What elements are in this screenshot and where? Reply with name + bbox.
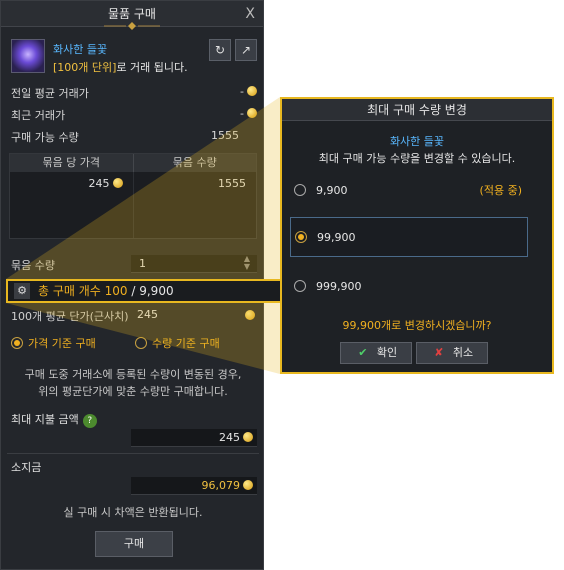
row-price: 245 (10, 172, 134, 238)
modal-item-name: 화사한 들꽃 (389, 135, 445, 148)
max-payment-field[interactable]: 245 (131, 429, 257, 447)
radio-empty-icon (294, 280, 306, 292)
radio-empty-icon (135, 337, 147, 349)
radio-price-based[interactable]: 가격 기준 구매 (11, 337, 96, 350)
avg-price-label: 100개 평균 단가(근사치) (11, 310, 129, 323)
x-icon: ✘ (434, 346, 444, 359)
modal-description: 최대 구매 가능 수량을 변경할 수 있습니다. (318, 152, 516, 165)
price-chart-button[interactable]: ↗ (235, 39, 257, 61)
help-icon[interactable]: ? (82, 414, 97, 428)
gold-coin-icon (245, 310, 255, 320)
recent-price-row: 최근 거래가 - (11, 107, 257, 125)
total-label: 총 구매 개수 100 (38, 284, 128, 298)
recent-price-value: - (240, 107, 244, 120)
close-icon[interactable]: X (245, 1, 255, 27)
option-99900[interactable]: 99,900 (290, 217, 528, 257)
total-max: / 9,900 (127, 284, 174, 298)
gold-field: 96,079 (131, 477, 257, 495)
divider (7, 453, 259, 454)
available-qty-label: 구매 가능 수량 (11, 131, 79, 144)
max-payment-label: 최대 지불 금액? (11, 411, 97, 428)
option-9900[interactable]: 9,900 (적용 중) (290, 171, 528, 211)
radio-empty-icon (294, 184, 306, 196)
confirm-question: 99,900개로 변경하시겠습니까? (342, 319, 492, 332)
avg-price-row: 100개 평균 단가(근사치) 245 (11, 308, 257, 324)
purchase-mode: 가격 기준 구매 수량 기준 구매 (11, 335, 257, 351)
item-name: 화사한 들꽃 (53, 43, 108, 56)
refund-note: 실 구매 시 차액은 반환됩니다. (63, 506, 203, 519)
avg-price-value: 245 (137, 308, 158, 321)
item-unit-note: [100개 단위]로 거래 됩니다. (53, 59, 188, 75)
price-column-header: 묶음 당 가격 (10, 154, 134, 172)
unit-rest: 로 거래 됩니다. (116, 61, 188, 74)
qty-stepper[interactable]: ▲ ▼ (239, 255, 255, 273)
title-ornament-icon (104, 22, 160, 30)
radio-selected-icon (295, 231, 307, 243)
prev-avg-value: - (240, 85, 244, 98)
table-row[interactable]: 245 1555 (10, 172, 256, 238)
window-titlebar: 물품 구매 X (1, 1, 263, 30)
total-purchase-count[interactable]: ⚙ 총 구매 개수 100 / 9,900 (6, 279, 288, 303)
applied-badge: (적용 중) (479, 184, 522, 197)
listing-table: 묶음 당 가격 묶음 수량 245 1555 (9, 153, 257, 239)
row-qty: 1555 (218, 177, 246, 190)
check-icon: ✔ (358, 346, 368, 359)
available-qty-row: 구매 가능 수량 1555 (11, 129, 257, 147)
bundle-qty-label: 묶음 수량 (11, 259, 55, 272)
purchase-notice: 구매 도중 거래소에 등록된 수량이 변동된 경우, 위의 평균단가에 맞춘 수… (24, 368, 242, 398)
refresh-icon: ↻ (214, 43, 226, 57)
item-info: 화사한 들꽃 [100개 단위]로 거래 됩니다. ↻ ↗ (9, 37, 259, 77)
prev-avg-label: 전일 평균 거래가 (11, 87, 89, 100)
bundle-qty-input[interactable]: 1 ▲ ▼ (131, 255, 257, 273)
table-header: 묶음 당 가격 묶음 수량 (10, 154, 256, 172)
gold-label: 소지금 (11, 461, 42, 474)
refresh-button[interactable]: ↻ (209, 39, 231, 61)
radio-qty-based[interactable]: 수량 기준 구매 (135, 335, 220, 351)
qty-column-header: 묶음 수량 (172, 156, 217, 169)
unit-highlight: [100개 단위] (53, 61, 117, 74)
option-999900[interactable]: 999,900 (290, 267, 528, 307)
flower-item-icon (11, 39, 45, 73)
recent-price-label: 최근 거래가 (11, 109, 66, 122)
ok-button[interactable]: ✔ 확인 (340, 342, 412, 364)
cancel-button[interactable]: ✘ 취소 (416, 342, 488, 364)
modal-title: 최대 구매 수량 변경 (282, 99, 552, 121)
gold-coin-icon (247, 108, 257, 118)
gear-icon[interactable]: ⚙ (14, 283, 30, 299)
radio-selected-icon (11, 337, 23, 349)
gold-coin-icon (243, 432, 253, 442)
max-qty-modal: 최대 구매 수량 변경 화사한 들꽃 최대 구매 가능 수량을 변경할 수 있습… (280, 97, 554, 374)
available-qty-value: 1555 (211, 129, 239, 142)
chart-trend-icon: ↗ (240, 43, 252, 57)
window-title: 물품 구매 (108, 7, 156, 21)
gold-coin-icon (243, 480, 253, 490)
buy-button[interactable]: 구매 (95, 531, 173, 557)
gold-coin-icon (247, 86, 257, 96)
bundle-qty-row: 묶음 수량 1 ▲ ▼ (11, 255, 257, 273)
gold-coin-icon (112, 178, 123, 188)
prev-avg-row: 전일 평균 거래가 - (11, 85, 257, 103)
